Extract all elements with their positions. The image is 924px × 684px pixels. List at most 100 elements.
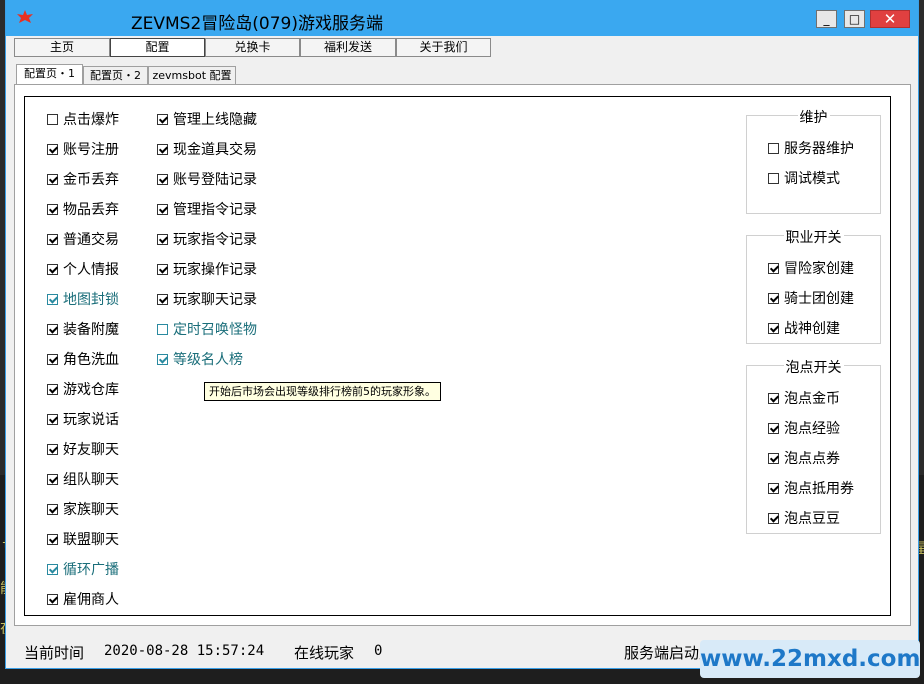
checked-box-icon[interactable] [47, 444, 58, 455]
checked-box-icon[interactable] [157, 114, 168, 125]
checkbox-label[interactable]: 雇佣商人 [63, 591, 119, 609]
group-title: 维护 [797, 110, 830, 126]
online-players-label: 在线玩家 [294, 644, 355, 662]
checkbox-label[interactable]: 联盟聊天 [63, 531, 119, 549]
checkbox-label[interactable]: 冒险家创建 [784, 260, 854, 278]
checkbox-label[interactable]: 现金道具交易 [173, 141, 257, 159]
group-title: 职业开关 [783, 230, 844, 246]
group-title: 泡点开关 [783, 360, 844, 376]
checked-box-icon[interactable] [47, 324, 58, 335]
checked-box-icon[interactable] [157, 264, 168, 275]
checked-box-icon[interactable] [47, 414, 58, 425]
online-players-value: 0 [374, 643, 383, 659]
checked-box-icon[interactable] [47, 354, 58, 365]
title-bar[interactable]: ZEVMS2冒险岛(079)游戏服务端 _ □ ✕ [6, 0, 918, 36]
checkbox-label[interactable]: 玩家指令记录 [173, 231, 257, 249]
checked-box-icon[interactable] [768, 483, 779, 494]
tab-config[interactable]: 配置 [110, 38, 205, 57]
checked-box-icon[interactable] [47, 264, 58, 275]
current-time-label: 当前时间 [24, 644, 85, 662]
checked-box-icon[interactable] [157, 234, 168, 245]
checked-box-icon[interactable] [47, 534, 58, 545]
checkbox-label[interactable]: 泡点抵用券 [784, 480, 854, 498]
checkbox-label[interactable]: 家族聊天 [63, 501, 119, 519]
checkbox-label[interactable]: 普通交易 [63, 231, 119, 249]
checked-box-icon[interactable] [47, 474, 58, 485]
tooltip: 开始后市场会出现等级排行榜前5的玩家形象。 [204, 382, 441, 401]
tab-about-us[interactable]: 关于我们 [396, 38, 491, 57]
checkbox-label[interactable]: 玩家聊天记录 [173, 291, 257, 309]
checked-box-icon[interactable] [47, 174, 58, 185]
checked-box-icon[interactable] [47, 294, 58, 305]
checked-box-icon[interactable] [47, 384, 58, 395]
checked-box-icon[interactable] [47, 594, 58, 605]
checkbox-label[interactable]: 账号注册 [63, 141, 119, 159]
tab-exchange-card[interactable]: 兑换卡 [205, 38, 300, 57]
checkbox-label[interactable]: 管理指令记录 [173, 201, 257, 219]
checkbox-label[interactable]: 好友聊天 [63, 441, 119, 459]
config-panel: 点击爆炸账号注册金币丢弃物品丢弃普通交易个人情报地图封锁装备附魔角色洗血游戏仓库… [24, 96, 891, 616]
group-maintenance: 维护 服务器维护调试模式 [746, 110, 881, 214]
checked-box-icon[interactable] [47, 564, 58, 575]
unchecked-box-icon[interactable] [768, 143, 779, 154]
watermark: www.22mxd.com [700, 640, 920, 678]
checkbox-label[interactable]: 服务器维护 [784, 140, 854, 158]
close-button[interactable]: ✕ [870, 10, 910, 28]
checkbox-label[interactable]: 泡点金币 [784, 390, 840, 408]
checkbox-label[interactable]: 玩家说话 [63, 411, 119, 429]
tab-config-page-2[interactable]: 配置页・2 [83, 66, 148, 86]
checkbox-label[interactable]: 装备附魔 [63, 321, 119, 339]
checkbox-label[interactable]: 循环广播 [63, 561, 119, 579]
checked-box-icon[interactable] [47, 144, 58, 155]
checked-box-icon[interactable] [47, 234, 58, 245]
checked-box-icon[interactable] [157, 174, 168, 185]
maple-leaf-icon [17, 10, 33, 23]
checkbox-label[interactable]: 泡点点券 [784, 450, 840, 468]
checkbox-label[interactable]: 游戏仓库 [63, 381, 119, 399]
checked-box-icon[interactable] [768, 293, 779, 304]
checkbox-label[interactable]: 地图封锁 [63, 291, 119, 309]
checkbox-label[interactable]: 个人情报 [63, 261, 119, 279]
checked-box-icon[interactable] [768, 513, 779, 524]
checked-box-icon[interactable] [157, 294, 168, 305]
checkbox-label[interactable]: 战神创建 [784, 320, 840, 338]
checked-box-icon[interactable] [157, 204, 168, 215]
group-job-switch: 职业开关 冒险家创建骑士团创建战神创建 [746, 230, 881, 344]
unchecked-box-icon[interactable] [157, 324, 168, 335]
checkbox-label[interactable]: 管理上线隐藏 [173, 111, 257, 129]
checked-box-icon[interactable] [768, 453, 779, 464]
checked-box-icon[interactable] [47, 504, 58, 515]
tab-config-page-1[interactable]: 配置页・1 [16, 64, 83, 86]
checkbox-label[interactable]: 等级名人榜 [173, 351, 243, 369]
checkbox-label[interactable]: 角色洗血 [63, 351, 119, 369]
checkbox-label[interactable]: 调试模式 [784, 170, 840, 188]
checkbox-label[interactable]: 物品丢弃 [63, 201, 119, 219]
minimize-button[interactable]: _ [816, 10, 837, 28]
group-idle-points: 泡点开关 泡点金币泡点经验泡点点券泡点抵用券泡点豆豆 [746, 360, 881, 534]
checked-box-icon[interactable] [157, 144, 168, 155]
checkbox-label[interactable]: 泡点豆豆 [784, 510, 840, 528]
checked-box-icon[interactable] [768, 323, 779, 334]
checkbox-label[interactable]: 定时召唤怪物 [173, 321, 257, 339]
unchecked-box-icon[interactable] [47, 114, 58, 125]
maximize-button[interactable]: □ [844, 10, 865, 28]
checked-box-icon[interactable] [768, 423, 779, 434]
checked-box-icon[interactable] [768, 393, 779, 404]
window-title: ZEVMS2冒险岛(079)游戏服务端 [131, 14, 384, 34]
checkbox-label[interactable]: 金币丢弃 [63, 171, 119, 189]
checkbox-label[interactable]: 骑士团创建 [784, 290, 854, 308]
tab-welfare-send[interactable]: 福利发送 [300, 38, 396, 57]
checkbox-label[interactable]: 组队聊天 [63, 471, 119, 489]
checkbox-label[interactable]: 点击爆炸 [63, 111, 119, 129]
checkbox-label[interactable]: 账号登陆记录 [173, 171, 257, 189]
checked-box-icon[interactable] [47, 204, 58, 215]
server-window: ZEVMS2冒险岛(079)游戏服务端 _ □ ✕ 主页 配置 兑换卡 福利发送… [6, 0, 918, 668]
checked-box-icon[interactable] [768, 263, 779, 274]
unchecked-box-icon[interactable] [768, 173, 779, 184]
checkbox-label[interactable]: 玩家操作记录 [173, 261, 257, 279]
checked-box-icon[interactable] [157, 354, 168, 365]
current-time-value: 2020-08-28 15:57:24 [104, 643, 265, 659]
tab-home[interactable]: 主页 [14, 38, 110, 57]
tab-zevmsbot-config[interactable]: zevmsbot 配置 [148, 66, 236, 86]
checkbox-label[interactable]: 泡点经验 [784, 420, 840, 438]
